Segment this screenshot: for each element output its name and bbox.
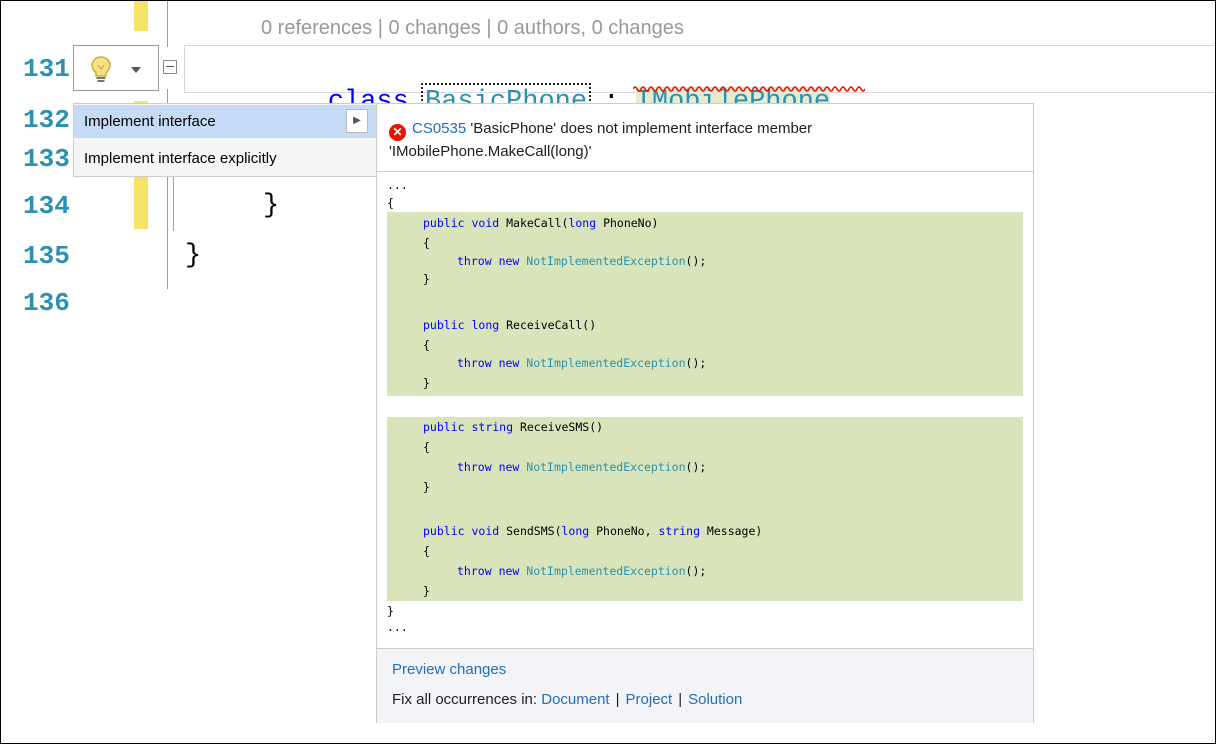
diff-line: } [423, 584, 430, 598]
diff-line: } [423, 480, 430, 494]
lightbulb-button[interactable] [73, 45, 159, 91]
diff-line: public void MakeCall(long PhoneNo) [423, 216, 659, 230]
error-code-link[interactable]: CS0535 [412, 120, 466, 137]
collapse-toggle[interactable] [163, 60, 177, 74]
chevron-down-icon[interactable] [130, 66, 142, 74]
line-number: 134 [23, 191, 70, 221]
diff-line: } [423, 376, 430, 390]
lightbulb-icon [91, 56, 111, 82]
codelens[interactable]: 0 references | 0 changes | 0 authors, 0 … [261, 17, 684, 40]
error-icon: ✕ [389, 124, 406, 141]
diff-line: public void SendSMS(long PhoneNo, string… [423, 524, 763, 538]
quick-actions-menu: Implement interface ▶ Implement interfac… [73, 103, 377, 177]
menu-item-implement-interface-explicitly[interactable]: Implement interface explicitly [74, 142, 376, 175]
diff-line: throw new NotImplementedException(); [457, 460, 707, 474]
line-number: 133 [23, 144, 70, 174]
error-squiggle [633, 86, 865, 92]
fix-project-link[interactable]: Project [626, 691, 673, 708]
preview-changes-link[interactable]: Preview changes [392, 661, 506, 678]
diff-line: { [423, 544, 430, 558]
diff-line: ... [387, 620, 408, 634]
fix-preview-panel: ✕ CS0535 'BasicPhone' does not implement … [376, 103, 1034, 723]
preview-footer: Preview changes Fix all occurrences in: … [377, 648, 1033, 723]
line-number: 131 [23, 54, 70, 84]
code-line-134[interactable]: } [263, 189, 279, 223]
diff-line: throw new NotImplementedException(); [457, 254, 707, 268]
diagnostic-header: ✕ CS0535 'BasicPhone' does not implement … [389, 118, 1009, 163]
fix-all-row: Fix all occurrences in: Document | Project… [392, 691, 742, 708]
diff-line: ... [387, 178, 408, 192]
change-margin-bar [134, 1, 148, 31]
menu-item-label: Implement interface explicitly [84, 150, 277, 167]
diff-line: { [423, 440, 430, 454]
divider [377, 171, 1033, 172]
diff-line: { [423, 236, 430, 250]
code-line-135[interactable]: } [185, 239, 201, 273]
diff-line: public long ReceiveCall() [423, 318, 597, 332]
diff-line: } [423, 272, 430, 286]
fix-document-link[interactable]: Document [541, 691, 609, 708]
diff-line: { [423, 338, 430, 352]
fix-solution-link[interactable]: Solution [688, 691, 742, 708]
diff-line: { [387, 196, 394, 210]
diff-line: public string ReceiveSMS() [423, 420, 604, 434]
menu-item-label: Implement interface [84, 113, 216, 130]
separator: | [678, 691, 683, 708]
code-editor: 131 132 133 134 135 136 0 references | 0… [0, 0, 1216, 744]
fix-all-label: Fix all occurrences in: [392, 691, 538, 708]
chevron-right-icon[interactable]: ▶ [346, 109, 368, 133]
menu-item-implement-interface[interactable]: Implement interface ▶ [74, 105, 376, 138]
outline-guide [173, 177, 174, 231]
line-number: 136 [23, 288, 70, 318]
line-number: 132 [23, 105, 70, 135]
diff-line: throw new NotImplementedException(); [457, 356, 707, 370]
line-number: 135 [23, 241, 70, 271]
separator: | [615, 691, 620, 708]
outline-guide [167, 1, 168, 47]
diff-line: throw new NotImplementedException(); [457, 564, 707, 578]
